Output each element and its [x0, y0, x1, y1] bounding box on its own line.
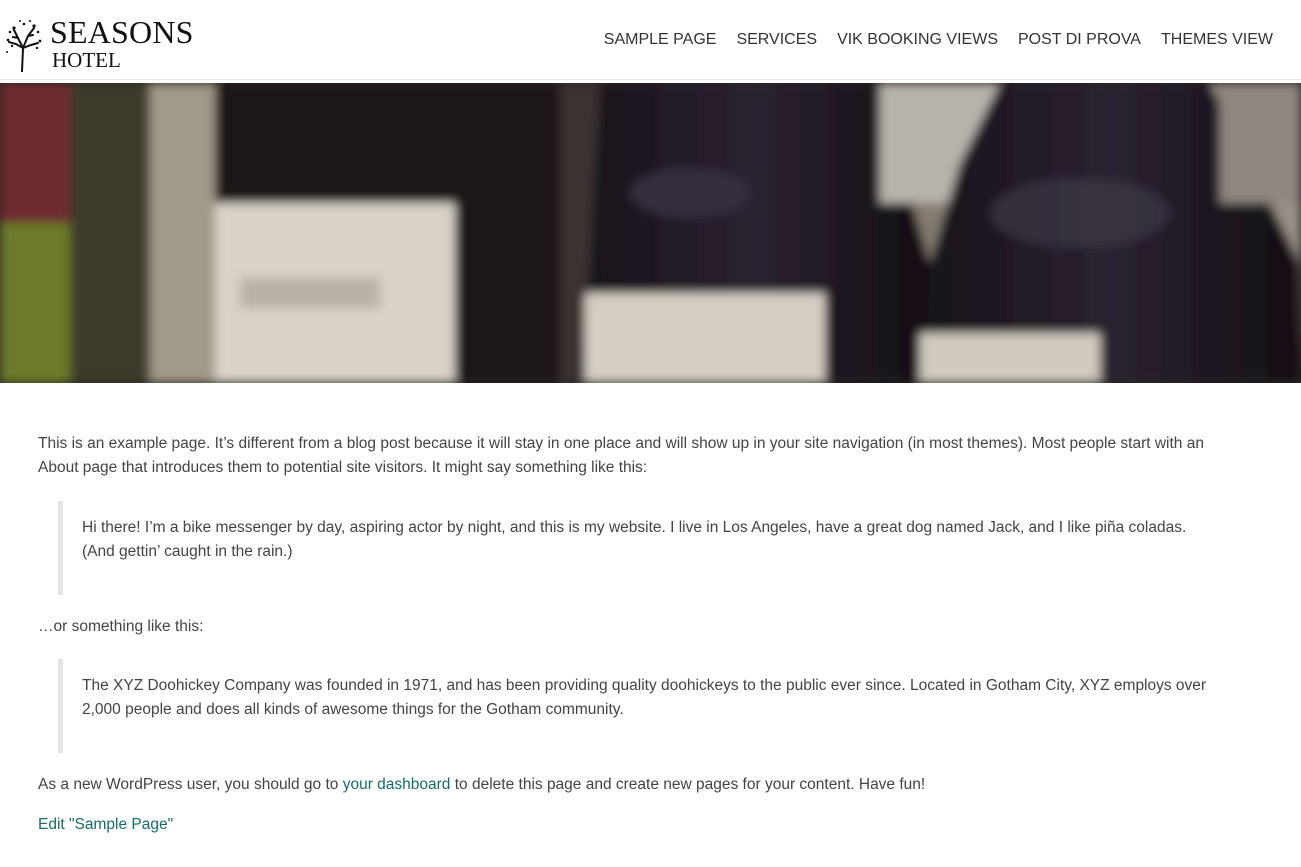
- main-navigation: SAMPLE PAGE SERVICES VIK BOOKING VIEWS P…: [604, 30, 1273, 50]
- tree-logo-icon: [6, 20, 42, 72]
- edit-paragraph: Edit "Sample Page": [38, 813, 173, 837]
- blockquote-2: The XYZ Doohickey Company was founded in…: [58, 659, 1223, 753]
- outro-paragraph: As a new WordPress user, you should go t…: [38, 773, 925, 797]
- nav-item-sample-page[interactable]: SAMPLE PAGE: [604, 30, 717, 50]
- site-logo[interactable]: SEASONS HOTEL: [4, 14, 194, 74]
- intro-paragraph: This is an example page. It’s different …: [38, 435, 1204, 476]
- nav-item-post-di-prova[interactable]: POST DI PROVA: [1018, 30, 1141, 50]
- brand-subtitle: HOTEL: [52, 48, 121, 72]
- blockquote-2-text: The XYZ Doohickey Company was founded in…: [82, 677, 1207, 718]
- brand-name: SEASONS: [50, 14, 194, 50]
- hero-image: [0, 83, 1301, 383]
- blockquote-1: Hi there! I’m a bike messenger by day, a…: [58, 501, 1223, 595]
- wine-bottles-photo-icon: [0, 83, 1301, 383]
- nav-item-themes-view[interactable]: THEMES VIEW: [1161, 30, 1273, 50]
- nav-item-services[interactable]: SERVICES: [736, 30, 817, 50]
- or-paragraph: …or something like this:: [38, 618, 204, 635]
- outro-text-after: to delete this page and create new pages…: [450, 776, 926, 793]
- blockquote-1-text: Hi there! I’m a bike messenger by day, a…: [82, 519, 1187, 560]
- site-header: SEASONS HOTEL SAMPLE PAGE SERVICES VIK B…: [0, 0, 1301, 80]
- outro-text-before: As a new WordPress user, you should go t…: [38, 776, 343, 793]
- edit-page-link[interactable]: Edit "Sample Page": [38, 816, 173, 833]
- nav-item-vik-booking-views[interactable]: VIK BOOKING VIEWS: [837, 30, 998, 50]
- dashboard-link[interactable]: your dashboard: [343, 776, 451, 793]
